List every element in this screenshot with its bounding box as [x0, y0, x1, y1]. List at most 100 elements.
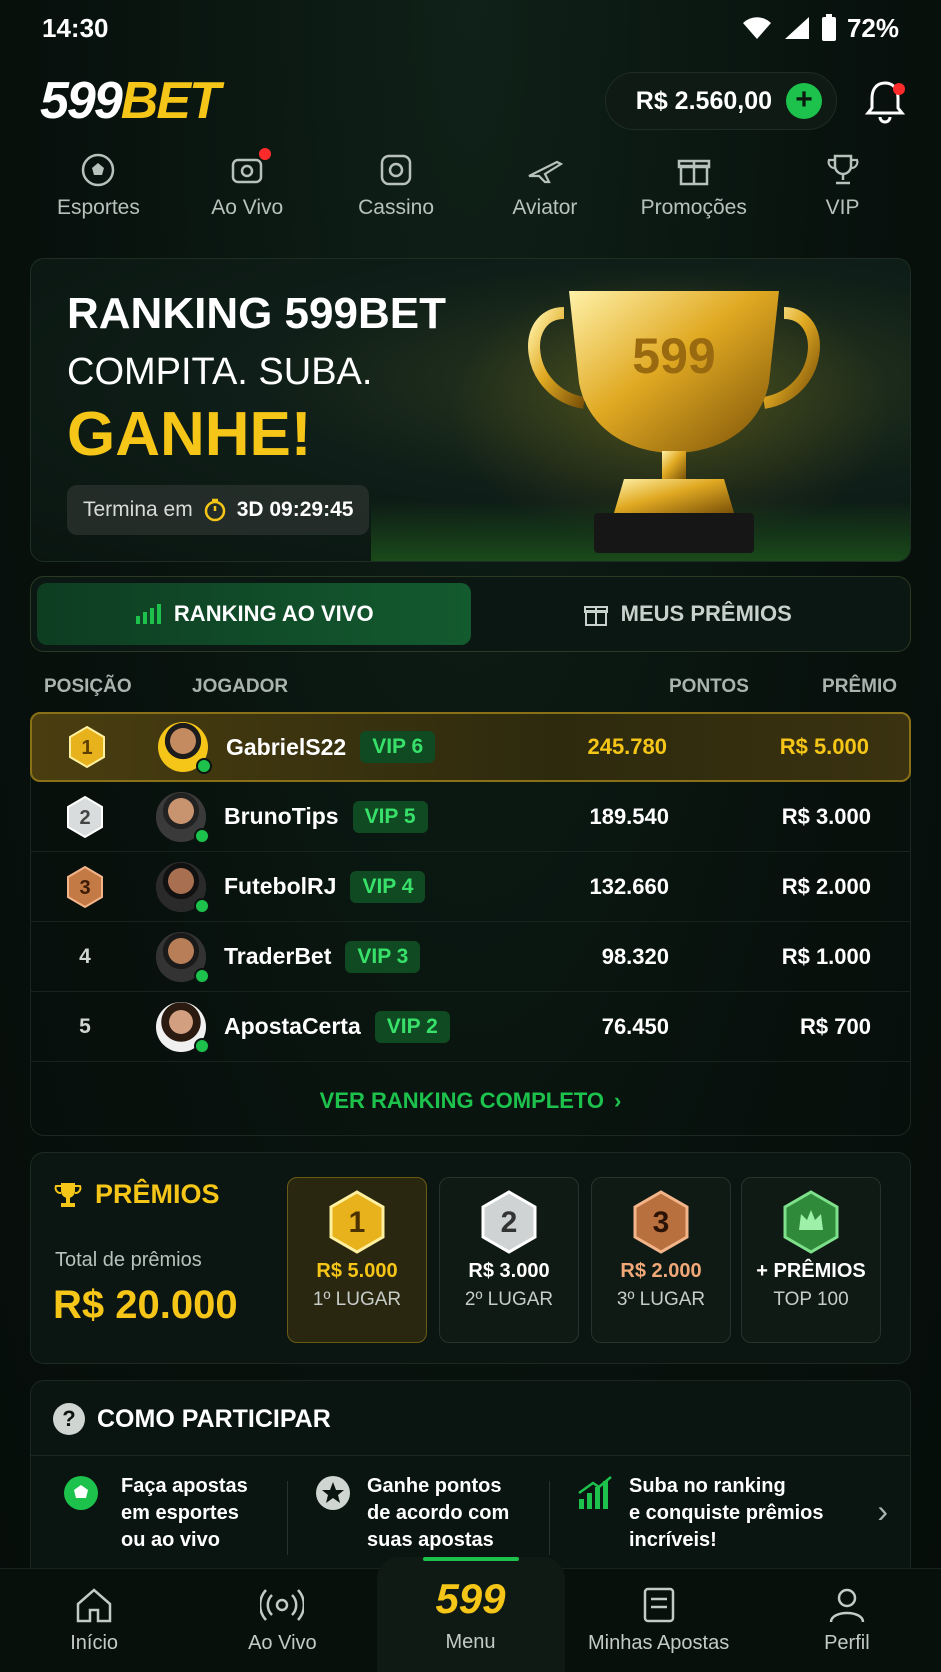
brand-logo[interactable]: 599BET [40, 71, 605, 131]
player-prize: R$ 5.000 [779, 734, 869, 759]
soccer-ball-icon [82, 153, 115, 187]
ranking-table: 1 GabrielS22 VIP 6 245.780 R$ 5.000 2 Br… [30, 712, 911, 1062]
ranking-banner[interactable]: 599 RANKING 599BET COMPITA. SUBA. GANHE!… [30, 258, 911, 562]
nav-promocoes[interactable]: Promoções [619, 152, 768, 232]
nav-vip[interactable]: VIP [768, 152, 917, 232]
vip-badge: VIP 4 [350, 870, 426, 903]
ranking-table-header: POSIÇÃO JOGADOR PONTOS PRÊMIO [44, 676, 897, 706]
app-header: 599BET R$ 2.560,00 + [40, 68, 907, 134]
avatar [156, 791, 210, 844]
soccer-ball-icon [64, 1476, 98, 1510]
star-coin-icon [316, 1476, 350, 1510]
prize-card-top100[interactable]: + PRÊMIOS TOP 100 [741, 1177, 881, 1343]
bottom-nav-perfil[interactable]: Perfil [753, 1569, 941, 1672]
player-prize: R$ 2.000 [781, 873, 871, 899]
bottom-nav: Início Ao Vivo 599 Menu Minhas Apostas P… [0, 1557, 941, 1672]
avatar [156, 1001, 210, 1054]
step-bet: Faça apostas em esportes ou ao vivo [61, 1473, 261, 1554]
player-points: 189.540 [589, 803, 669, 829]
table-row[interactable]: 1 GabrielS22 VIP 6 245.780 R$ 5.000 [30, 712, 911, 782]
player-name: BrunoTips [224, 803, 339, 829]
balance-amount: R$ 2.560,00 [635, 86, 772, 115]
position-number: 4 [79, 944, 91, 968]
banner-subtitle: COMPITA. SUBA. [67, 351, 373, 393]
category-nav: Esportes Ao Vivo Cassino Aviator Promoçõ… [24, 148, 917, 232]
player-points: 132.660 [589, 873, 669, 899]
help-icon: ? [53, 1403, 85, 1435]
svg-text:599: 599 [632, 328, 715, 384]
player-points: 76.450 [601, 1013, 669, 1039]
trophy-icon [54, 1182, 82, 1207]
wifi-icon [742, 17, 771, 39]
ranking-tabs: RANKING AO VIVO MEUS PRÊMIOS [30, 576, 911, 652]
svg-text:2: 2 [501, 1206, 518, 1239]
bronze-medal-icon: 3 [67, 865, 103, 908]
nav-aviator[interactable]: Aviator [470, 152, 619, 232]
home-icon [76, 1588, 112, 1623]
silver-badge-icon: 2 [481, 1190, 537, 1254]
banner-highlight: GANHE! [67, 400, 312, 469]
banner-title: RANKING 599BET [67, 289, 446, 338]
position-number: 5 [79, 1014, 91, 1038]
player-name: TraderBet [224, 943, 332, 969]
notifications-bell-icon[interactable] [863, 77, 907, 125]
tab-meus-premios[interactable]: MEUS PRÊMIOS [471, 583, 905, 645]
bottom-nav-ao-vivo[interactable]: Ao Vivo [188, 1569, 376, 1672]
player-name: GabrielS22 [226, 733, 347, 760]
bottom-nav-menu[interactable]: 599 Menu [376, 1557, 565, 1672]
svg-text:1: 1 [349, 1206, 366, 1239]
prizes-total-label: Total de prêmios [55, 1249, 202, 1271]
tab-ranking-ao-vivo[interactable]: RANKING AO VIVO [37, 583, 471, 645]
bottom-nav-inicio[interactable]: Início [0, 1569, 188, 1672]
col-pontos: PONTOS [669, 676, 749, 697]
airplane-icon [528, 160, 563, 184]
battery-icon [821, 14, 836, 41]
bronze-badge-icon: 3 [633, 1190, 689, 1254]
col-posicao: POSIÇÃO [44, 676, 132, 697]
gold-badge-icon: 1 [329, 1190, 385, 1254]
table-row[interactable]: 3 FutebolRJ VIP 4 132.660 R$ 2.000 [30, 852, 911, 922]
growth-chart-icon [578, 1476, 612, 1509]
avatar [156, 861, 210, 914]
table-row[interactable]: 5 ApostaCerta VIP 2 76.450 R$ 700 [30, 992, 911, 1062]
gold-medal-icon: 1 [69, 725, 105, 769]
stopwatch-icon [204, 498, 225, 522]
add-funds-button[interactable]: + [786, 83, 822, 119]
battery-level: 72% [846, 12, 899, 43]
prize-card-2nd[interactable]: 2 R$ 3.000 2º LUGAR [439, 1177, 579, 1343]
table-row[interactable]: 4 TraderBet VIP 3 98.320 R$ 1.000 [30, 922, 911, 992]
player-prize: R$ 1.000 [781, 943, 871, 969]
avatar [156, 931, 210, 984]
bottom-nav-minhas-apostas[interactable]: Minhas Apostas [565, 1569, 753, 1672]
prize-card-1st[interactable]: 1 R$ 5.000 1º LUGAR [287, 1177, 427, 1343]
prize-card-3rd[interactable]: 3 R$ 2.000 3º LUGAR [591, 1177, 731, 1343]
app-screen: 14:30 72% 599BET R$ 2.560,00 + Esportes [0, 0, 941, 1672]
gift-icon [677, 159, 710, 186]
user-icon [829, 1588, 865, 1623]
svg-text:2: 2 [79, 807, 90, 829]
vip-badge: VIP 3 [345, 940, 421, 973]
chevron-right-icon[interactable]: › [877, 1493, 888, 1530]
countdown-timer: Termina em 3D 09:29:45 [67, 485, 370, 535]
countdown-value: 3D 09:29:45 [236, 498, 354, 521]
trophy-image-icon: 599 [528, 291, 820, 553]
player-points: 98.320 [601, 943, 669, 969]
prizes-panel: PRÊMIOS Total de prêmios R$ 20.000 1 R$ … [30, 1152, 911, 1364]
player-prize: R$ 700 [800, 1013, 871, 1039]
table-row[interactable]: 2 BrunoTips VIP 5 189.540 R$ 3.000 [30, 782, 911, 852]
green-badge-icon [783, 1190, 839, 1254]
nav-ao-vivo[interactable]: Ao Vivo [173, 148, 322, 232]
see-full-ranking-link[interactable]: VER RANKING COMPLETO › [30, 1066, 911, 1136]
prizes-title: PRÊMIOS [53, 1179, 220, 1210]
how-to-participate-panel: ? COMO PARTICIPAR Faça apostas em esport… [30, 1380, 911, 1580]
nav-cassino[interactable]: Cassino [322, 152, 471, 232]
balance-pill[interactable]: R$ 2.560,00 + [604, 72, 837, 130]
nav-esportes[interactable]: Esportes [24, 152, 173, 232]
col-premio: PRÊMIO [822, 676, 897, 697]
howto-title: ? COMO PARTICIPAR [53, 1403, 331, 1435]
bar-chart-icon [135, 604, 161, 624]
chevron-right-icon: › [614, 1087, 622, 1113]
player-points: 245.780 [587, 734, 667, 759]
signal-icon [784, 17, 809, 39]
gift-icon [583, 606, 608, 626]
